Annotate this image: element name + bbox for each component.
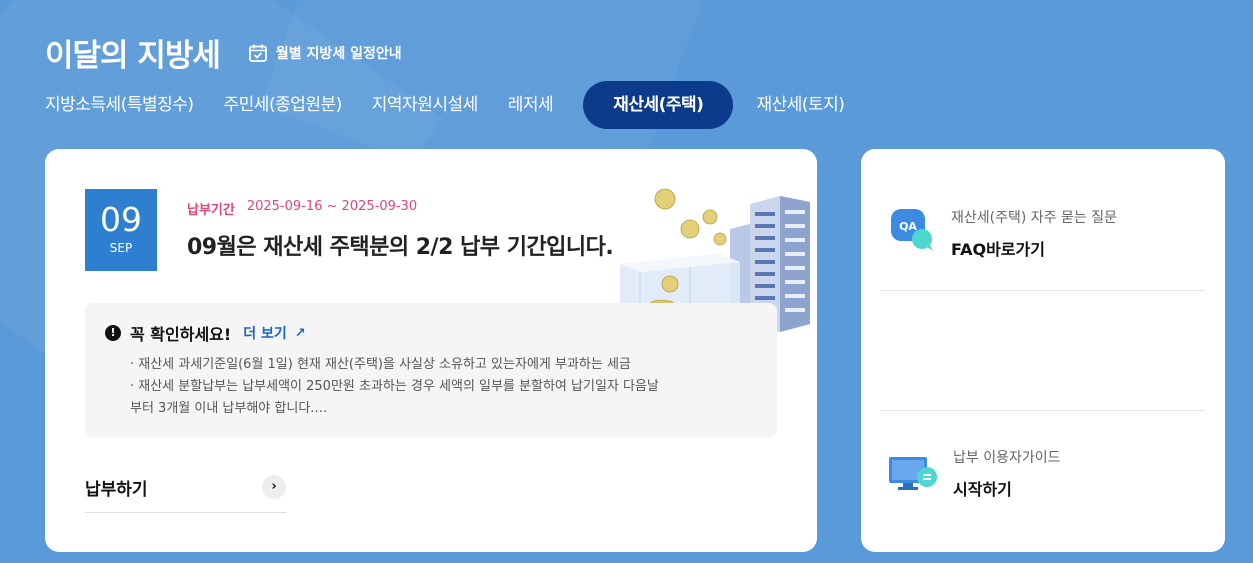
payment-period: 납부기간 2025-09-16 ~ 2025-09-30 — [187, 199, 417, 218]
notice-line: 부터 3개월 이내 납부해야 합니다.… — [130, 401, 328, 416]
pay-label: 납부하기 — [85, 480, 148, 500]
guide-text: 납부 이용자가이드 시작하기 — [953, 447, 1061, 500]
notice-line: · 재산세 분할납부는 납부세액이 250만원 초과하는 경우 세액의 일부를 … — [130, 379, 659, 394]
more-label: 더 보기 — [243, 326, 287, 342]
period-dates: 2025-09-16 ~ 2025-09-30 — [246, 199, 418, 214]
tab-leisure-tax[interactable]: 레저세 — [508, 81, 554, 129]
headline: 09월은 재산세 주택분의 2/2 납부 기간입니다. — [187, 235, 614, 260]
qa-icon-text: QA — [899, 220, 917, 233]
date-month: SEP — [109, 241, 133, 255]
qa-chat-icon: QA — [891, 209, 933, 251]
guide-title: 시작하기 — [953, 480, 1012, 499]
monthly-schedule-label: 월별 지방세 일정안내 — [275, 45, 402, 62]
tab-property-tax-land[interactable]: 재산세(토지) — [756, 81, 844, 129]
tax-tabs: 지방소득세(특별징수) 주민세(종업원분) 지역자원시설세 레저세 재산세(주택… — [45, 81, 874, 129]
date-day: 09 — [100, 200, 142, 239]
user-guide-link[interactable]: 납부 이용자가이드 시작하기 — [889, 447, 1061, 500]
divider — [881, 290, 1205, 291]
guide-subtitle: 납부 이용자가이드 — [953, 450, 1061, 466]
notice-box: ! 꼭 확인하세요! 더 보기 ↗ · 재산세 과세기준일(6월 1일) 현재 … — [85, 303, 777, 437]
more-link[interactable]: 더 보기 ↗ — [243, 323, 305, 343]
notice-line: · 재산세 과세기준일(6월 1일) 현재 재산(주택)을 사실상 소유하고 있… — [130, 357, 631, 372]
notice-body: · 재산세 과세기준일(6월 1일) 현재 재산(주택)을 사실상 소유하고 있… — [130, 354, 730, 420]
divider — [881, 410, 1205, 411]
monthly-schedule-link[interactable]: 월별 지방세 일정안내 — [248, 43, 402, 63]
pay-button[interactable]: 납부하기 › — [85, 475, 286, 513]
tab-local-income-tax[interactable]: 지방소득세(특별징수) — [45, 81, 194, 129]
chevron-right-icon: › — [262, 475, 286, 499]
date-badge: 09 SEP — [85, 189, 157, 271]
tab-property-tax-housing[interactable]: 재산세(주택) — [583, 81, 734, 129]
calendar-icon — [249, 44, 267, 62]
tab-resident-tax-employee[interactable]: 주민세(종업원분) — [224, 81, 343, 129]
faq-link[interactable]: QA 재산세(주택) 자주 묻는 질문 FAQ바로가기 — [889, 207, 1117, 260]
side-card: QA 재산세(주택) 자주 묻는 질문 FAQ바로가기 납부 이용자가이드 시작… — [861, 149, 1225, 552]
exclamation-icon: ! — [105, 325, 121, 341]
tab-regional-resource-tax[interactable]: 지역자원시설세 — [372, 81, 478, 129]
period-label: 납부기간 — [187, 203, 235, 218]
main-card: 09 SEP 납부기간 2025-09-16 ~ 2025-09-30 09월은… — [45, 149, 817, 552]
page-title: 이달의 지방세 — [45, 38, 221, 74]
notice-header: ! 꼭 확인하세요! 더 보기 ↗ — [105, 321, 306, 345]
notice-title: 꼭 확인하세요! — [130, 325, 232, 344]
faq-text: 재산세(주택) 자주 묻는 질문 FAQ바로가기 — [951, 207, 1117, 260]
faq-subtitle: 재산세(주택) 자주 묻는 질문 — [951, 210, 1117, 226]
monitor-guide-icon — [889, 457, 937, 490]
header: 이달의 지방세 월별 지방세 일정안내 — [45, 30, 402, 75]
faq-title: FAQ바로가기 — [951, 240, 1045, 259]
arrow-icon: ↗ — [294, 325, 306, 341]
